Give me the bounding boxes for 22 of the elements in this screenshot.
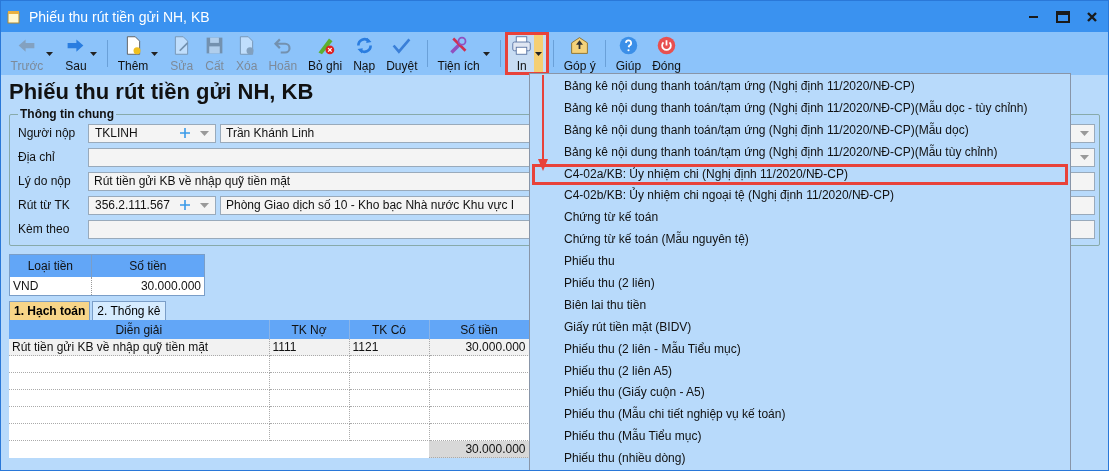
window-title: Phiếu thu rút tiền gửi NH, KB bbox=[29, 8, 210, 25]
table-cell: Rút tiền gửi KB về nhập quỹ tiền mặt bbox=[9, 339, 269, 356]
column-header: Loại tiền bbox=[9, 254, 92, 277]
field-label: Địa chỉ bbox=[18, 150, 56, 164]
field-value: 356.2.111.567 bbox=[95, 198, 170, 212]
field-label: Rút từ TK bbox=[18, 198, 71, 212]
page-title: Phiếu thu rút tiền gửi NH, KB bbox=[9, 78, 314, 106]
table-cell: 1111 bbox=[269, 339, 349, 356]
field-label: Kèm theo bbox=[18, 222, 71, 236]
field-label: Người nộp bbox=[18, 126, 77, 140]
column-header: Diễn giải bbox=[9, 320, 269, 339]
column-header: TK Có bbox=[349, 320, 429, 339]
table-cell: VND bbox=[9, 277, 92, 296]
column-header: Số tiền bbox=[91, 254, 205, 277]
column-header: Số tiền bbox=[429, 320, 529, 339]
table-cell: 30.000.000 bbox=[91, 277, 205, 296]
field-value: TKLINH bbox=[95, 126, 138, 140]
group-title: Thông tin chung bbox=[19, 107, 115, 121]
column-header: TK Nợ bbox=[269, 320, 349, 339]
field-label: Lý do nộp bbox=[18, 174, 72, 188]
table-cell: 1121 bbox=[349, 339, 429, 356]
table-cell: 30.000.000 bbox=[429, 339, 529, 356]
